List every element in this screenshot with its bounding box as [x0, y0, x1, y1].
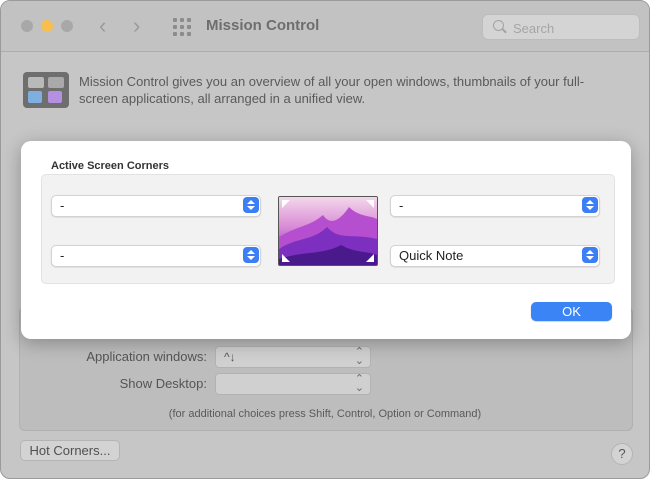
preferences-window: ‹ › Mission Control Mission Control give…	[0, 0, 650, 479]
modifier-hint: (for additional choices press Shift, Con…	[168, 408, 482, 420]
desktop-preview	[278, 196, 378, 266]
top-left-corner-value: -	[60, 198, 65, 213]
close-window-button[interactable]	[21, 20, 33, 32]
top-left-corner-select[interactable]: -	[51, 195, 261, 217]
application-windows-value: ^↓	[224, 350, 236, 364]
top-right-corner-select[interactable]: -	[390, 195, 600, 217]
pane-description: Mission Control gives you an overview of…	[79, 74, 585, 106]
dialog-title: Active Screen Corners	[51, 160, 169, 172]
stepper-icon	[582, 197, 598, 213]
stepper-icon: ⌃ ⌄	[354, 373, 364, 394]
chevron-left-icon[interactable]: ‹	[99, 13, 106, 39]
zoom-window-button[interactable]	[61, 20, 73, 32]
wallpaper-image	[279, 197, 377, 265]
chevron-right-icon[interactable]: ›	[133, 13, 140, 39]
search-input[interactable]	[511, 18, 635, 38]
show-desktop-select[interactable]: ⌃ ⌄	[215, 373, 371, 395]
active-screen-corners-dialog: Active Screen Corners - - - Quick Note O…	[21, 141, 631, 339]
stepper-icon	[243, 247, 259, 263]
search-field[interactable]	[482, 14, 640, 40]
bottom-left-corner-select[interactable]: -	[51, 245, 261, 267]
bottom-left-corner-value: -	[60, 248, 65, 263]
bottom-right-corner-value: Quick Note	[399, 248, 464, 263]
stepper-icon	[582, 247, 598, 263]
title-bar: ‹ › Mission Control	[1, 1, 649, 52]
application-windows-select[interactable]: ^↓ ⌃ ⌄	[215, 346, 371, 368]
ok-button[interactable]: OK	[531, 302, 612, 321]
stepper-icon	[243, 197, 259, 213]
window-title: Mission Control	[206, 17, 320, 34]
bottom-right-corner-select[interactable]: Quick Note	[390, 245, 600, 267]
mission-control-icon	[23, 72, 69, 108]
application-windows-label: Application windows:	[86, 349, 207, 364]
top-right-corner-value: -	[399, 198, 404, 213]
hot-corners-button[interactable]: Hot Corners...	[20, 440, 120, 461]
show-desktop-label: Show Desktop:	[119, 376, 207, 391]
minimize-window-button[interactable]	[41, 20, 53, 32]
stepper-icon: ⌃ ⌄	[354, 346, 364, 367]
search-icon	[493, 20, 504, 31]
help-button[interactable]: ?	[611, 443, 633, 465]
grid-icon[interactable]	[173, 18, 191, 36]
